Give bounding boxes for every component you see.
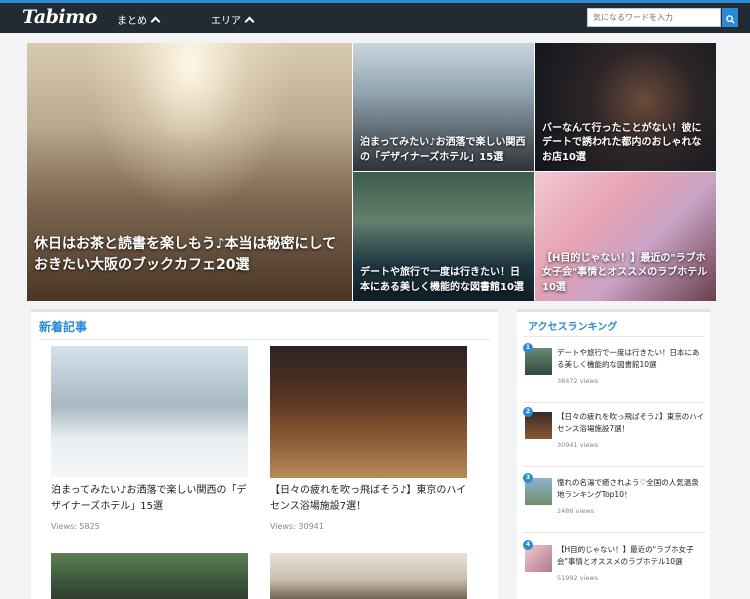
- rank-badge: 3: [523, 473, 533, 483]
- ranking-item[interactable]: 1 デートや旅行で一度は行きたい！日本にある美しく機能的な図書館10選 3847…: [523, 343, 706, 403]
- site-logo[interactable]: Tabimo: [22, 6, 97, 28]
- section-title: 新着記事: [39, 320, 88, 334]
- ranking-item-views: 2486 views: [557, 507, 594, 515]
- featured-title: 泊まってみたい♪お洒落で楽しい関西の「デザイナーズホテル」15選: [360, 137, 526, 163]
- featured-article[interactable]: 泊まってみたい♪お洒落で楽しい関西の「デザイナーズホテル」15選: [353, 43, 534, 171]
- article-title: 【日々の疲れを吹っ飛ばそう♪】東京のハイセンス浴場施設7選！: [270, 485, 467, 512]
- article-card[interactable]: [270, 553, 470, 599]
- new-articles-section: 新着記事 泊まってみたい♪お洒落で楽しい関西の「デザイナーズホテル」15選 Vi…: [31, 309, 498, 599]
- ranking-sidebar: アクセスランキング 1 デートや旅行で一度は行きたい！日本にある美しく機能的な図…: [517, 309, 710, 599]
- nav-area[interactable]: エリア: [211, 12, 255, 27]
- article-thumbnail: [51, 553, 248, 599]
- article-views: Views: 5825: [51, 522, 100, 531]
- nav-area-label: エリア: [211, 16, 241, 27]
- article-thumbnail: [270, 346, 467, 478]
- nav-matome[interactable]: まとめ: [117, 12, 161, 27]
- ranking-item[interactable]: 2 【日々の疲れを吹っ飛ばそう♪】東京のハイセンス浴場施設7選！ 30941 v…: [523, 407, 706, 467]
- search-button[interactable]: [722, 8, 738, 27]
- search-input[interactable]: [587, 8, 721, 27]
- rank-badge: 2: [523, 407, 533, 417]
- article-card[interactable]: [51, 553, 251, 599]
- featured-title: バーなんて行ったことがない！彼にデートで誘われた都内のおしゃれなお店10選: [542, 122, 702, 163]
- article-views: Views: 30941: [270, 522, 324, 531]
- article-title: 泊まってみたい♪お洒落で楽しい関西の「デザイナーズホテル」15選: [51, 485, 247, 512]
- ranking-item-views: 38472 views: [557, 377, 599, 385]
- featured-title: デートや旅行で一度は行きたい！日本にある美しく機能的な図書館10選: [360, 267, 524, 293]
- ranking-item-title: デートや旅行で一度は行きたい！日本にある美しく機能的な図書館10選: [557, 348, 700, 369]
- divider: [39, 339, 490, 340]
- featured-article[interactable]: 【H目的じゃない！】最近の"ラブホ女子会"事情とオススメのラブホテル10選: [535, 172, 716, 301]
- chevron-up-icon: [244, 16, 255, 26]
- article-card[interactable]: 泊まってみたい♪お洒落で楽しい関西の「デザイナーズホテル」15選 Views: …: [51, 346, 251, 531]
- search-icon: [725, 15, 735, 24]
- divider: [523, 336, 704, 337]
- ranking-item-views: 30941 views: [557, 441, 599, 449]
- rank-badge: 1: [523, 343, 533, 353]
- featured-article[interactable]: バーなんて行ったことがない！彼にデートで誘われた都内のおしゃれなお店10選: [535, 43, 716, 171]
- article-thumbnail: [270, 553, 467, 599]
- article-card[interactable]: 【日々の疲れを吹っ飛ばそう♪】東京のハイセンス浴場施設7選！ Views: 30…: [270, 346, 470, 531]
- ranking-item[interactable]: 4 【H目的じゃない！】最近の"ラブホ女子会"事情とオススメのラブホテル10選 …: [523, 540, 706, 599]
- ranking-item[interactable]: 3 憧れの名湯で癒されよう♡全国の人気温泉地ランキングTop10！ 2486 v…: [523, 473, 706, 533]
- ranking-item-title: 【日々の疲れを吹っ飛ばそう♪】東京のハイセンス浴場施設7選！: [557, 412, 705, 433]
- nav-matome-label: まとめ: [117, 16, 147, 27]
- featured-article[interactable]: デートや旅行で一度は行きたい！日本にある美しく機能的な図書館10選: [353, 172, 534, 301]
- chevron-up-icon: [150, 16, 161, 26]
- site-header: Tabimo まとめ エリア: [0, 3, 750, 33]
- article-thumbnail: [51, 346, 248, 478]
- featured-article-main[interactable]: 休日はお茶と読書を楽しもう♪本当は秘密にしておきたい大阪のブックカフェ20選: [27, 43, 352, 301]
- rank-badge: 4: [523, 540, 533, 550]
- featured-grid: 休日はお茶と読書を楽しもう♪本当は秘密にしておきたい大阪のブックカフェ20選 泊…: [27, 43, 716, 301]
- featured-title: 休日はお茶と読書を楽しもう♪本当は秘密にしておきたい大阪のブックカフェ20選: [34, 236, 337, 273]
- ranking-item-title: 【H目的じゃない！】最近の"ラブホ女子会"事情とオススメのラブホテル10選: [557, 545, 694, 566]
- ranking-item-title: 憧れの名湯で癒されよう♡全国の人気温泉地ランキングTop10！: [557, 478, 699, 499]
- ranking-title: アクセスランキング: [528, 322, 618, 333]
- featured-title: 【H目的じゃない！】最近の"ラブホ女子会"事情とオススメのラブホテル10選: [542, 252, 708, 293]
- ranking-item-views: 51992 views: [557, 574, 599, 582]
